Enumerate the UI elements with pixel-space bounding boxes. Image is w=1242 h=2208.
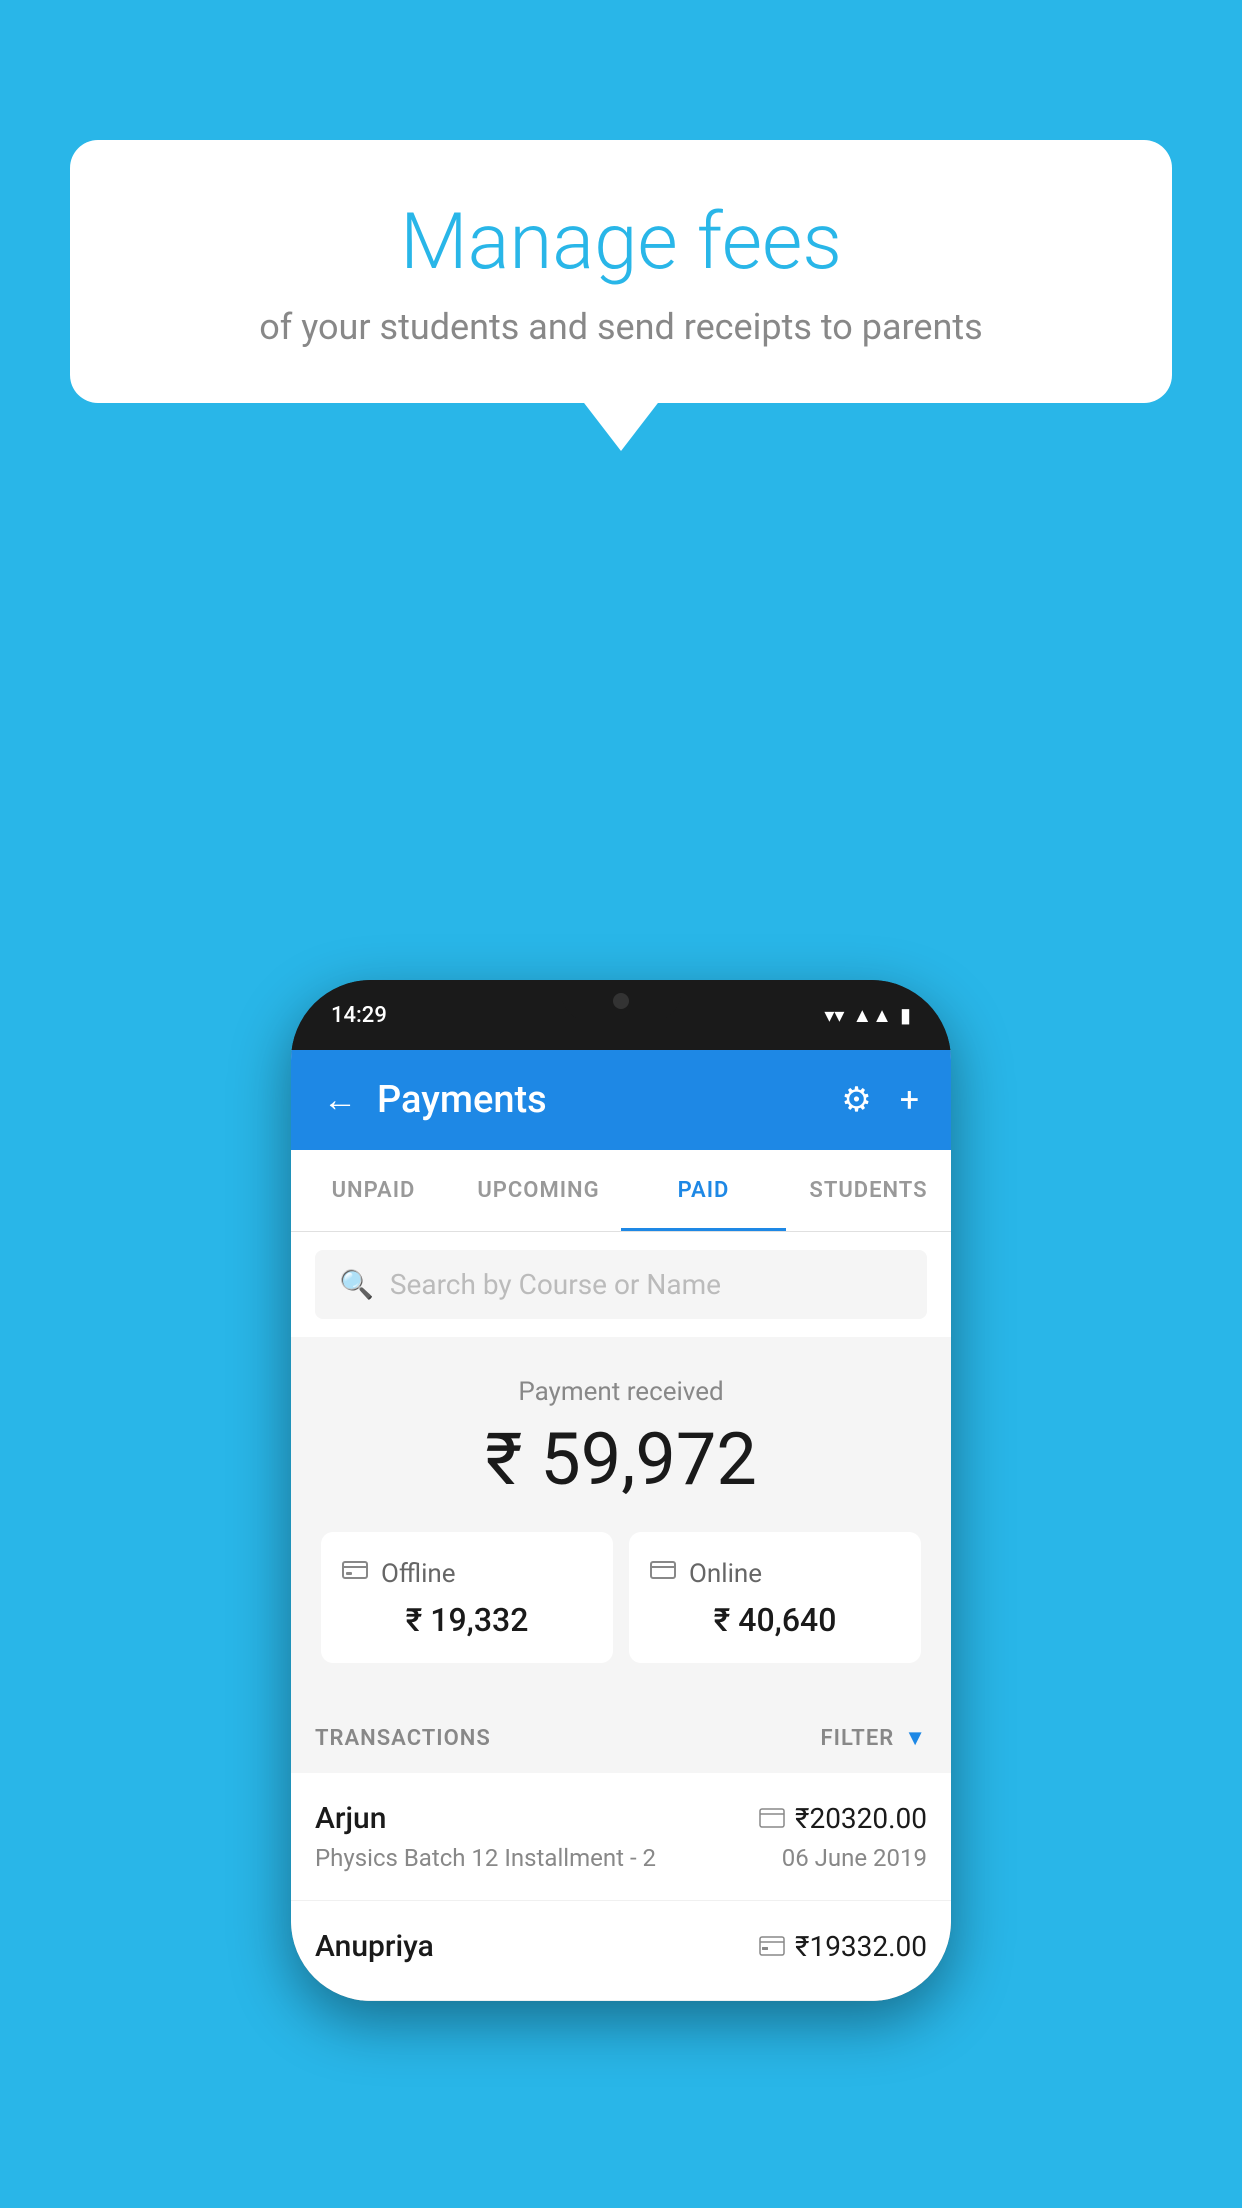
speech-bubble: Manage fees of your students and send re… [70, 140, 1172, 403]
transaction-date: 06 June 2019 [782, 1844, 927, 1872]
payment-cards: Offline ₹ 19,332 Online [311, 1532, 931, 1663]
tab-upcoming[interactable]: UPCOMING [456, 1150, 621, 1231]
offline-label: Offline [381, 1559, 456, 1589]
camera [613, 993, 629, 1009]
phone-notch [561, 980, 681, 1022]
phone-status-bar: 14:29 ▾▾ ▲▲ ▮ [291, 980, 951, 1050]
filter-icon: ▼ [904, 1725, 927, 1751]
transaction-amount: ₹19332.00 [759, 1930, 927, 1963]
transactions-header: TRANSACTIONS FILTER ▼ [291, 1703, 951, 1773]
phone-screen: ← Payments ⚙ + UNPAID UPCOMING PAID STUD… [291, 1050, 951, 2001]
page-title: Payments [377, 1078, 547, 1122]
online-payment-icon [759, 1802, 785, 1835]
search-icon: 🔍 [339, 1268, 374, 1301]
header-left: ← Payments [323, 1078, 547, 1122]
transaction-top: Anupriya ₹19332.00 [315, 1929, 927, 1964]
search-input[interactable]: Search by Course or Name [390, 1268, 721, 1301]
back-button[interactable]: ← [323, 1080, 357, 1120]
tab-unpaid[interactable]: UNPAID [291, 1150, 456, 1231]
online-label: Online [689, 1559, 762, 1589]
tab-students[interactable]: STUDENTS [786, 1150, 951, 1231]
tabs: UNPAID UPCOMING PAID STUDENTS [291, 1150, 951, 1232]
online-amount: ₹ 40,640 [649, 1601, 901, 1639]
status-icons: ▾▾ ▲▲ ▮ [824, 1003, 911, 1028]
tab-paid[interactable]: PAID [621, 1150, 786, 1231]
search-container: 🔍 Search by Course or Name [291, 1232, 951, 1337]
transaction-bottom: Physics Batch 12 Installment - 2 06 June… [315, 1844, 927, 1872]
offline-icon [341, 1556, 369, 1591]
signal-icon: ▲▲ [852, 1003, 892, 1028]
transaction-amount: ₹20320.00 [759, 1802, 927, 1835]
online-icon [649, 1556, 677, 1591]
header-right: ⚙ + [841, 1080, 919, 1120]
search-bar[interactable]: 🔍 Search by Course or Name [315, 1250, 927, 1319]
payment-amount: ₹ 59,972 [311, 1417, 931, 1502]
transactions-label: TRANSACTIONS [315, 1726, 491, 1751]
payment-label: Payment received [311, 1377, 931, 1407]
app-header: ← Payments ⚙ + [291, 1050, 951, 1150]
wifi-icon: ▾▾ [824, 1003, 844, 1027]
online-card: Online ₹ 40,640 [629, 1532, 921, 1663]
transaction-name: Anupriya [315, 1929, 434, 1964]
payment-section: Payment received ₹ 59,972 [291, 1337, 951, 1703]
speech-bubble-title: Manage fees [120, 200, 1122, 286]
phone-time: 14:29 [331, 1003, 387, 1028]
filter-label: FILTER [821, 1726, 895, 1751]
transaction-top: Arjun ₹20320.00 [315, 1801, 927, 1836]
offline-payment-icon [759, 1930, 785, 1963]
settings-icon[interactable]: ⚙ [841, 1080, 871, 1120]
offline-amount: ₹ 19,332 [341, 1601, 593, 1639]
add-icon[interactable]: + [900, 1080, 919, 1120]
transaction-row[interactable]: Anupriya ₹19332.00 [291, 1901, 951, 2001]
offline-card: Offline ₹ 19,332 [321, 1532, 613, 1663]
filter-button[interactable]: FILTER ▼ [821, 1725, 927, 1751]
transaction-desc: Physics Batch 12 Installment - 2 [315, 1844, 656, 1872]
offline-card-header: Offline [341, 1556, 593, 1591]
transaction-row[interactable]: Arjun ₹20320.00 Physics Batch 12 Install… [291, 1773, 951, 1901]
online-card-header: Online [649, 1556, 901, 1591]
speech-bubble-subtitle: of your students and send receipts to pa… [120, 306, 1122, 348]
transaction-name: Arjun [315, 1801, 386, 1836]
battery-icon: ▮ [900, 1003, 911, 1027]
